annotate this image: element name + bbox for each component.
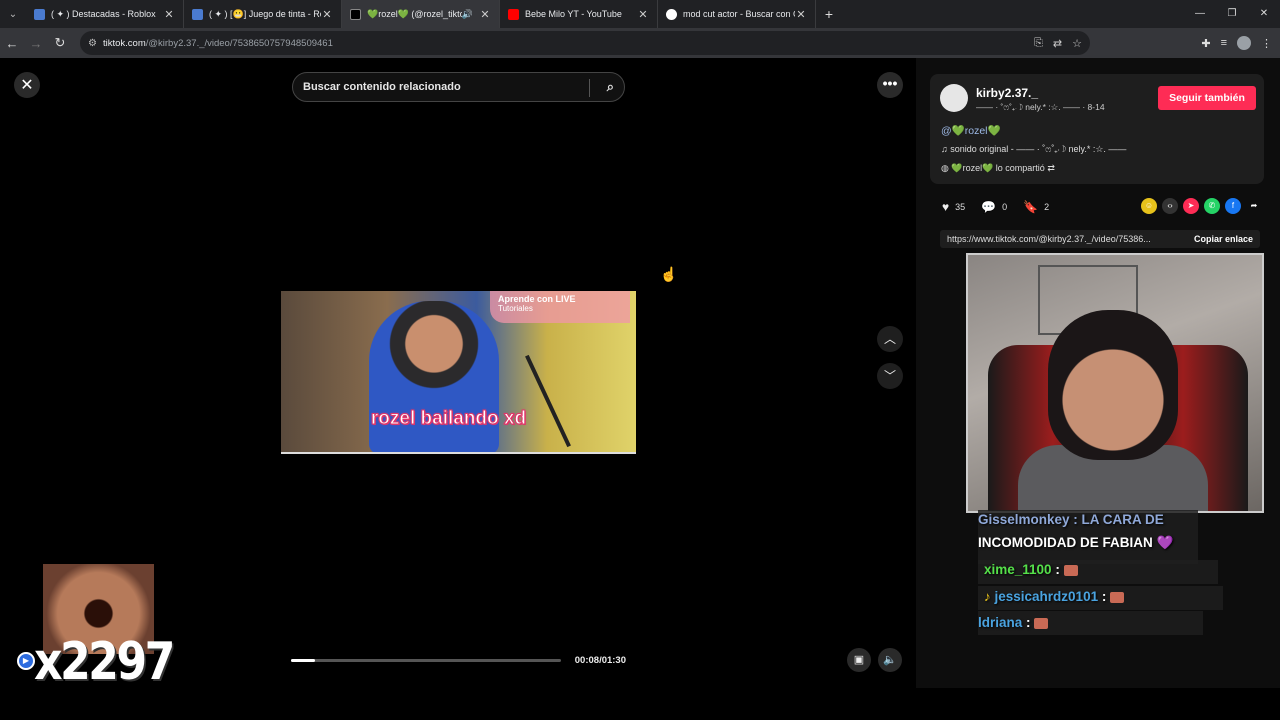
search-icon[interactable]: ⌕	[607, 79, 614, 95]
install-app-icon[interactable]: ⎘	[1034, 37, 1043, 50]
back-icon[interactable]: ←	[0, 36, 24, 51]
profile-avatar[interactable]	[1237, 36, 1251, 50]
youtube-icon	[508, 8, 519, 20]
streamer-webcam	[966, 253, 1264, 513]
screen: ⌄ ( ✦ ) Destacadas - Roblox ✕ ( ✦ ) [😬] …	[0, 0, 1280, 720]
tab-search-chevron-icon[interactable]: ⌄	[0, 0, 26, 28]
pip-icon[interactable]: ▣	[847, 648, 871, 672]
user-subtitle: —— · ˚ෆ˚₊‧☽ nely.* :☆. —— · 8-14	[976, 102, 1105, 112]
link-url: https://www.tiktok.com/@kirby2.37._/vide…	[947, 234, 1151, 244]
facebook-icon[interactable]: f	[1225, 198, 1241, 214]
close-icon[interactable]: ✕	[795, 8, 807, 21]
comment-button[interactable]: 💬 0	[981, 200, 1007, 214]
copy-link-bar: https://www.tiktok.com/@kirby2.37._/vide…	[940, 230, 1260, 248]
tab-google[interactable]: mod cut actor - Buscar con Google ✕	[658, 0, 816, 28]
more-options-button[interactable]: •••	[877, 72, 903, 98]
bookmark-star-icon[interactable]: ☆	[1072, 37, 1082, 50]
video-frame[interactable]: Aprende con LIVE Tutoriales rozel bailan…	[281, 291, 636, 454]
heart-icon: ♥	[942, 200, 950, 214]
coin-icon[interactable]: ☺	[1141, 198, 1157, 214]
emote-icon	[1110, 591, 1125, 603]
username[interactable]: kirby2.37._	[976, 86, 1038, 100]
stream-counter: x2297	[34, 632, 175, 692]
video-player[interactable]: Buscar contenido relacionado ⌕ Aprende c…	[281, 58, 636, 688]
tab-strip: ⌄ ( ✦ ) Destacadas - Roblox ✕ ( ✦ ) [😬] …	[0, 0, 1280, 28]
minimize-icon[interactable]: —	[1184, 0, 1216, 28]
roblox-icon	[192, 8, 203, 20]
close-window-icon[interactable]: ✕	[1248, 0, 1280, 28]
reload-icon[interactable]: ↻	[48, 35, 72, 51]
repost-icon: ⇄	[1047, 163, 1055, 173]
chat-message: Gisselmonkey : LA CARA DE	[978, 512, 1164, 527]
emote-icon	[1034, 617, 1049, 629]
tab-roblox-destacadas[interactable]: ( ✦ ) Destacadas - Roblox ✕	[26, 0, 184, 28]
stream-logo-icon: ▶	[17, 652, 35, 670]
share-icons: ☺ ‹› ➤ ✆ f ➦	[1141, 198, 1262, 214]
address-bar[interactable]: ⚙ tiktok.com/@kirby2.37._/video/75386507…	[80, 31, 1090, 55]
save-button[interactable]: 🔖 2	[1023, 200, 1049, 214]
emote-icon	[1063, 564, 1078, 576]
chat-message: xime_1100 :	[984, 562, 1078, 577]
chat-message: ldriana :	[978, 615, 1049, 630]
avatar[interactable]	[940, 84, 968, 112]
window-controls: — ❐ ✕	[1184, 0, 1280, 28]
related-search-input[interactable]: Buscar contenido relacionado ⌕	[292, 72, 625, 102]
translate-icon[interactable]: ⇄	[1053, 37, 1062, 50]
video-caption: rozel bailando xd	[370, 408, 527, 430]
shared-by: ◍ 💚rozel💚 lo compartió ⇄	[941, 163, 1055, 173]
chat-message: ♪ jessicahrdz0101 :	[984, 589, 1125, 604]
google-icon	[666, 8, 677, 20]
stream-chat: Gisselmonkey : LA CARA DE INCOMODIDAD DE…	[978, 510, 1228, 635]
forward-icon[interactable]: →	[24, 36, 48, 51]
close-video-button[interactable]: ✕	[14, 72, 40, 98]
embed-icon[interactable]: ‹›	[1162, 198, 1178, 214]
action-bar: ♥ 35 💬 0 🔖 2 ☺ ‹› ➤ ✆ f ➦	[942, 198, 1262, 216]
share-avatar-icon: ◍	[941, 163, 952, 173]
video-person	[369, 301, 499, 454]
music-note-icon: ♫	[941, 144, 951, 154]
progress-bar[interactable]	[291, 659, 561, 662]
whatsapp-icon[interactable]: ✆	[1204, 198, 1220, 214]
comment-icon: 💬	[981, 200, 997, 214]
chat-message: INCOMODIDAD DE FABIAN 💜	[978, 535, 1174, 550]
speaker-icon[interactable]: 🔊	[462, 9, 473, 20]
send-icon[interactable]: ➤	[1183, 198, 1199, 214]
bottom-bar	[0, 688, 1280, 720]
sound-link[interactable]: ♫ sonido original - —— · ˚ෆ˚₊‧☽ nely.* :…	[941, 144, 1126, 155]
browser-toolbar: ← → ↻ ⚙ tiktok.com/@kirby2.37._/video/75…	[0, 28, 1280, 58]
toolbar-right: ✚ ≡ ⋮	[1201, 28, 1272, 58]
copy-link-button[interactable]: Copiar enlace	[1194, 234, 1253, 244]
video-microphone	[525, 354, 571, 448]
tab-roblox-juego[interactable]: ( ✦ ) [😬] Juego de tinta - Roblox ✕	[184, 0, 342, 28]
close-icon[interactable]: ✕	[479, 8, 491, 21]
site-settings-icon[interactable]: ⚙	[88, 38, 97, 49]
close-icon[interactable]: ✕	[321, 8, 333, 21]
live-badge: Aprende con LIVE Tutoriales	[490, 291, 630, 323]
follow-button[interactable]: Seguir también	[1158, 86, 1256, 110]
previous-video-button[interactable]: ︿	[877, 326, 903, 352]
restore-icon[interactable]: ❐	[1216, 0, 1248, 28]
extensions-icon[interactable]: ✚	[1201, 37, 1210, 50]
media-controls-icon[interactable]: ≡	[1221, 37, 1227, 49]
tab-tiktok[interactable]: 💚rozel💚 (@rozel_tiktok) 🔊 ✕	[342, 0, 500, 28]
next-video-button[interactable]: ﹀	[877, 363, 903, 389]
progress-fill	[291, 659, 316, 662]
tiktok-icon	[350, 8, 361, 20]
close-icon[interactable]: ✕	[163, 8, 175, 21]
new-tab-button[interactable]: +	[816, 6, 842, 22]
mention-link[interactable]: @💚rozel💚	[941, 124, 1001, 137]
close-icon[interactable]: ✕	[637, 8, 649, 21]
bookmark-icon: 🔖	[1023, 200, 1039, 214]
roblox-icon	[34, 8, 45, 20]
like-button[interactable]: ♥ 35	[942, 200, 965, 214]
volume-icon[interactable]: 🔈	[878, 648, 902, 672]
tab-youtube[interactable]: Bebe Milo YT - YouTube ✕	[500, 0, 658, 28]
mouse-cursor-icon: ☝	[660, 266, 678, 282]
video-info-panel: kirby2.37._ —— · ˚ෆ˚₊‧☽ nely.* :☆. —— · …	[930, 74, 1264, 184]
menu-kebab-icon[interactable]: ⋮	[1261, 37, 1272, 50]
time-display: 00:08/01:30	[574, 655, 626, 666]
address-bar-icons: ⎘ ⇄ ☆	[1034, 37, 1082, 50]
share-arrow-icon[interactable]: ➦	[1246, 198, 1262, 214]
